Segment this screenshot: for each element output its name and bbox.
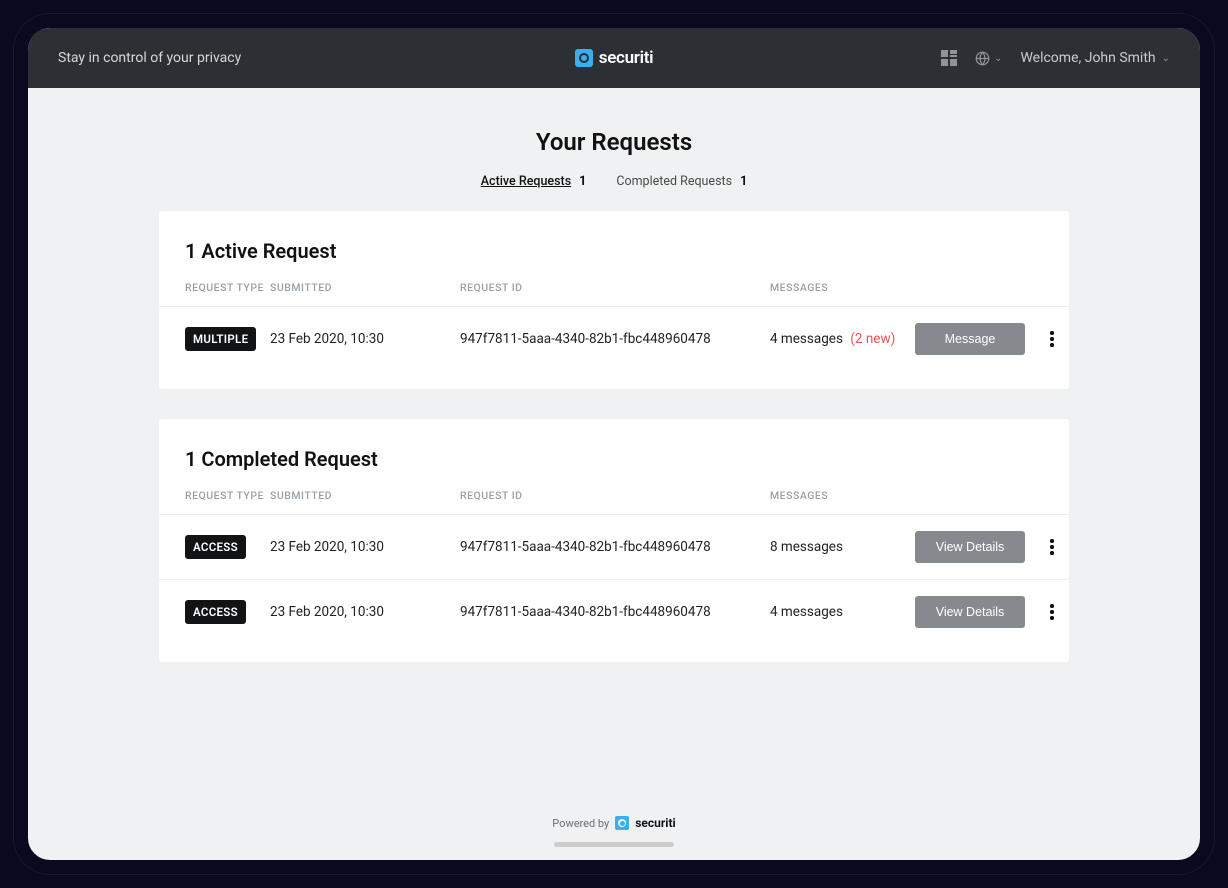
- col-messages: MESSAGES: [770, 489, 915, 502]
- table-row: ACCESS 23 Feb 2020, 10:30 947f7811-5aaa-…: [159, 514, 1069, 579]
- user-menu[interactable]: Welcome, John Smith ⌄: [1020, 50, 1170, 66]
- tab-label: Active Requests: [481, 174, 571, 189]
- panel-title: 1 Active Request: [159, 239, 1069, 281]
- request-type-badge: ACCESS: [185, 600, 246, 624]
- language-selector[interactable]: ⌄: [975, 51, 1002, 66]
- footer: Powered by securiti: [28, 796, 1200, 860]
- request-type-badge: MULTIPLE: [185, 327, 256, 351]
- messages-count: 8 messages: [770, 539, 915, 555]
- chevron-down-icon: ⌄: [1162, 53, 1170, 64]
- submitted-date: 23 Feb 2020, 10:30: [270, 539, 460, 555]
- table-header: REQUEST TYPE SUBMITTED REQUEST ID MESSAG…: [159, 281, 1069, 306]
- main-content: Your Requests Active Requests 1 Complete…: [28, 88, 1200, 796]
- message-button[interactable]: Message: [915, 323, 1025, 355]
- tab-count: 1: [740, 174, 747, 189]
- request-id: 947f7811-5aaa-4340-82b1-fbc448960478: [460, 604, 770, 620]
- table-row: MULTIPLE 23 Feb 2020, 10:30 947f7811-5aa…: [159, 306, 1069, 371]
- tagline: Stay in control of your privacy: [58, 50, 575, 66]
- col-messages: MESSAGES: [770, 281, 915, 294]
- submitted-date: 23 Feb 2020, 10:30: [270, 331, 460, 347]
- welcome-text: Welcome, John Smith: [1020, 50, 1155, 66]
- apps-grid-icon[interactable]: [941, 50, 957, 66]
- powered-by-text: Powered by: [552, 817, 609, 830]
- tab-count: 1: [579, 174, 586, 189]
- col-request-id: REQUEST ID: [460, 489, 770, 502]
- messages-count: 4 messages: [770, 604, 915, 620]
- chevron-down-icon: ⌄: [994, 53, 1002, 64]
- brand-name: securiti: [599, 48, 654, 68]
- horizontal-scrollbar[interactable]: [554, 842, 674, 847]
- request-id: 947f7811-5aaa-4340-82b1-fbc448960478: [460, 331, 770, 347]
- more-options-icon[interactable]: [1043, 331, 1061, 347]
- col-submitted: SUBMITTED: [270, 281, 460, 294]
- tab-label: Completed Requests: [616, 174, 732, 189]
- request-tabs: Active Requests 1 Completed Requests 1: [481, 174, 747, 189]
- view-details-button[interactable]: View Details: [915, 596, 1025, 628]
- brand-logo[interactable]: securiti: [575, 48, 654, 68]
- logo-icon: [575, 49, 593, 67]
- col-request-id: REQUEST ID: [460, 281, 770, 294]
- tab-completed-requests[interactable]: Completed Requests 1: [616, 174, 747, 189]
- col-request-type: REQUEST TYPE: [185, 281, 270, 294]
- top-bar: Stay in control of your privacy securiti…: [28, 28, 1200, 88]
- active-requests-panel: 1 Active Request REQUEST TYPE SUBMITTED …: [159, 211, 1069, 389]
- col-submitted: SUBMITTED: [270, 489, 460, 502]
- device-frame: Stay in control of your privacy securiti…: [14, 14, 1214, 874]
- panel-title: 1 Completed Request: [159, 447, 1069, 489]
- request-type-badge: ACCESS: [185, 535, 246, 559]
- view-details-button[interactable]: View Details: [915, 531, 1025, 563]
- completed-requests-panel: 1 Completed Request REQUEST TYPE SUBMITT…: [159, 419, 1069, 662]
- logo-icon: [615, 816, 629, 830]
- table-header: REQUEST TYPE SUBMITTED REQUEST ID MESSAG…: [159, 489, 1069, 514]
- more-options-icon[interactable]: [1043, 539, 1061, 555]
- submitted-date: 23 Feb 2020, 10:30: [270, 604, 460, 620]
- messages-count: 4 messages (2 new): [770, 331, 915, 347]
- footer-brand: securiti: [635, 816, 675, 830]
- new-messages: (2 new): [850, 331, 895, 347]
- request-id: 947f7811-5aaa-4340-82b1-fbc448960478: [460, 539, 770, 555]
- more-options-icon[interactable]: [1043, 604, 1061, 620]
- table-row: ACCESS 23 Feb 2020, 10:30 947f7811-5aaa-…: [159, 579, 1069, 644]
- tab-active-requests[interactable]: Active Requests 1: [481, 174, 587, 189]
- page-title: Your Requests: [536, 128, 692, 156]
- app-screen: Stay in control of your privacy securiti…: [28, 28, 1200, 860]
- col-request-type: REQUEST TYPE: [185, 489, 270, 502]
